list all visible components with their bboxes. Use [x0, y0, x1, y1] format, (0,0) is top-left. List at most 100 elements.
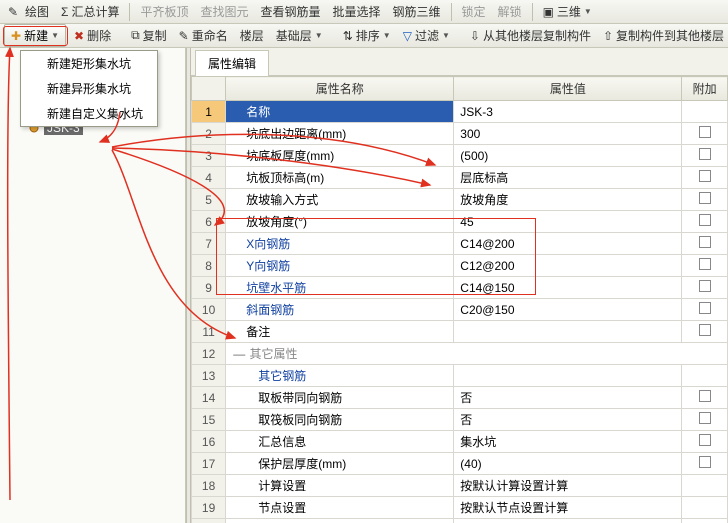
- prop-extra[interactable]: [682, 497, 728, 519]
- btn-flat-top[interactable]: 平齐板顶: [136, 1, 192, 22]
- table-row[interactable]: 1名称JSK-3: [192, 101, 728, 123]
- import-icon: ⇩: [470, 29, 480, 43]
- tab-property-edit[interactable]: 属性编辑: [195, 50, 269, 76]
- prop-extra[interactable]: [682, 277, 728, 299]
- prop-extra[interactable]: [682, 431, 728, 453]
- checkbox[interactable]: [699, 214, 711, 226]
- prop-extra[interactable]: [682, 453, 728, 475]
- rename-button[interactable]: ✎重命名: [175, 25, 232, 46]
- checkbox[interactable]: [699, 324, 711, 336]
- prop-extra[interactable]: [682, 233, 728, 255]
- prop-extra[interactable]: [682, 519, 728, 523]
- table-row[interactable]: 19节点设置按默认节点设置计算: [192, 497, 728, 519]
- prop-extra[interactable]: [682, 387, 728, 409]
- menu-new-custom-sump[interactable]: 新建自定义集水坑: [21, 101, 157, 126]
- group-header[interactable]: — 其它属性: [226, 343, 728, 365]
- prop-value[interactable]: 否: [454, 409, 682, 431]
- checkbox[interactable]: [699, 148, 711, 160]
- table-row[interactable]: 5放坡输入方式放坡角度: [192, 189, 728, 211]
- prop-value[interactable]: (40): [454, 453, 682, 475]
- checkbox[interactable]: [699, 258, 711, 270]
- prop-value[interactable]: C20@150: [454, 299, 682, 321]
- copy-from-other-button[interactable]: ⇩从其他楼层复制构件: [466, 25, 595, 46]
- table-row[interactable]: 20搭接设置按默认搭接设置计算: [192, 519, 728, 523]
- checkbox[interactable]: [699, 412, 711, 424]
- btn-lock[interactable]: 锁定: [458, 1, 490, 22]
- table-row[interactable]: 3坑底板厚度(mm)(500): [192, 145, 728, 167]
- checkbox[interactable]: [699, 170, 711, 182]
- btn-sum[interactable]: Σ 汇总计算: [57, 1, 123, 22]
- prop-value[interactable]: [454, 321, 682, 343]
- table-row[interactable]: 6放坡角度(°)45: [192, 211, 728, 233]
- prop-value[interactable]: JSK-3: [454, 101, 682, 123]
- table-row[interactable]: 2坑底出边距离(mm)300: [192, 123, 728, 145]
- table-row[interactable]: 17保护层厚度(mm)(40): [192, 453, 728, 475]
- prop-value[interactable]: 45: [454, 211, 682, 233]
- prop-extra[interactable]: [682, 321, 728, 343]
- table-row[interactable]: 4坑板顶标高(m)层底标高: [192, 167, 728, 189]
- btn-3d[interactable]: ▣三维▼: [539, 1, 596, 22]
- filter-button[interactable]: ▽过滤▼: [399, 25, 454, 46]
- prop-extra[interactable]: [682, 409, 728, 431]
- table-row[interactable]: 15取筏板同向钢筋否: [192, 409, 728, 431]
- chevron-down-icon: ▼: [584, 7, 592, 16]
- checkbox[interactable]: [699, 126, 711, 138]
- prop-value[interactable]: 按默认搭接设置计算: [454, 519, 682, 523]
- checkbox[interactable]: [699, 236, 711, 248]
- table-row[interactable]: 7X向钢筋C14@200: [192, 233, 728, 255]
- prop-value[interactable]: 集水坑: [454, 431, 682, 453]
- btn-unlock[interactable]: 解锁: [494, 1, 526, 22]
- prop-value[interactable]: C14@200: [454, 233, 682, 255]
- checkbox[interactable]: [699, 192, 711, 204]
- prop-value[interactable]: (500): [454, 145, 682, 167]
- table-row[interactable]: 18计算设置按默认计算设置计算: [192, 475, 728, 497]
- delete-button[interactable]: ✖删除: [70, 25, 115, 46]
- prop-extra[interactable]: [682, 365, 728, 387]
- btn-find-elem[interactable]: 查找图元: [196, 1, 252, 22]
- base-floor-select[interactable]: 基础层 ▼: [272, 25, 327, 46]
- prop-extra[interactable]: [682, 255, 728, 277]
- checkbox[interactable]: [699, 456, 711, 468]
- prop-value[interactable]: C12@200: [454, 255, 682, 277]
- menu-new-irreg-sump[interactable]: 新建异形集水坑: [21, 76, 157, 101]
- btn-batch-select[interactable]: 批量选择: [329, 1, 385, 22]
- menu-new-rect-sump[interactable]: 新建矩形集水坑: [21, 51, 157, 76]
- prop-value[interactable]: 否: [454, 387, 682, 409]
- btn-draw[interactable]: ✎绘图: [4, 1, 53, 22]
- prop-extra[interactable]: [682, 101, 728, 123]
- property-pane: 属性编辑 属性名称 属性值 附加 1名称JSK-32坑底出边距离(mm)3003…: [191, 48, 728, 523]
- copy-to-other-button[interactable]: ⇧复制构件到其他楼层: [599, 25, 728, 46]
- table-row[interactable]: 13其它钢筋: [192, 365, 728, 387]
- prop-value[interactable]: [454, 365, 682, 387]
- prop-value[interactable]: 层底标高: [454, 167, 682, 189]
- table-row[interactable]: 14取板带同向钢筋否: [192, 387, 728, 409]
- prop-extra[interactable]: [682, 167, 728, 189]
- checkbox[interactable]: [699, 390, 711, 402]
- prop-value[interactable]: 按默认计算设置计算: [454, 475, 682, 497]
- table-row[interactable]: 8Y向钢筋C12@200: [192, 255, 728, 277]
- prop-extra[interactable]: [682, 189, 728, 211]
- table-row[interactable]: 9坑壁水平筋C14@150: [192, 277, 728, 299]
- collapse-icon[interactable]: —: [232, 347, 246, 361]
- copy-button[interactable]: ⧉复制: [127, 25, 171, 46]
- checkbox[interactable]: [699, 434, 711, 446]
- checkbox[interactable]: [699, 302, 711, 314]
- table-row[interactable]: 12— 其它属性: [192, 343, 728, 365]
- new-button[interactable]: ✚新建▼: [4, 24, 66, 47]
- prop-extra[interactable]: [682, 145, 728, 167]
- prop-value[interactable]: 放坡角度: [454, 189, 682, 211]
- prop-value[interactable]: 300: [454, 123, 682, 145]
- prop-extra[interactable]: [682, 123, 728, 145]
- prop-value[interactable]: C14@150: [454, 277, 682, 299]
- checkbox[interactable]: [699, 280, 711, 292]
- prop-extra[interactable]: [682, 475, 728, 497]
- table-row[interactable]: 10斜面钢筋C20@150: [192, 299, 728, 321]
- btn-check-rebar[interactable]: 查看钢筋量: [256, 1, 324, 22]
- prop-extra[interactable]: [682, 299, 728, 321]
- prop-extra[interactable]: [682, 211, 728, 233]
- btn-rebar-3d[interactable]: 钢筋三维: [389, 1, 445, 22]
- sort-button[interactable]: ⇅排序▼: [339, 25, 395, 46]
- table-row[interactable]: 16汇总信息集水坑: [192, 431, 728, 453]
- prop-value[interactable]: 按默认节点设置计算: [454, 497, 682, 519]
- table-row[interactable]: 11备注: [192, 321, 728, 343]
